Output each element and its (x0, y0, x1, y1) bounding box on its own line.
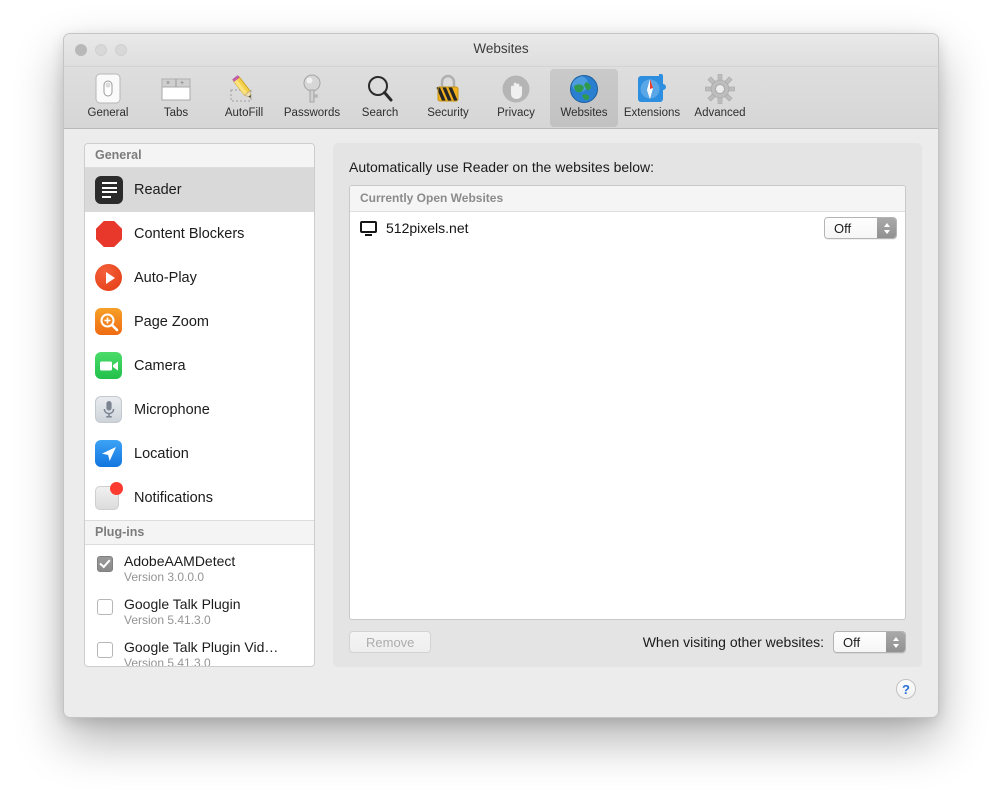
dropdown-value: Off (834, 632, 886, 652)
help-button[interactable]: ? (896, 679, 916, 699)
window-titlebar: Websites (64, 34, 938, 67)
toolbar-item-tabs[interactable]: × + Tabs (142, 69, 210, 127)
websites-list: Currently Open Websites 512pixels.net Of… (349, 185, 906, 620)
sidebar-item-label: Microphone (134, 402, 210, 418)
toolbar-label: Passwords (283, 107, 341, 119)
content-blockers-icon (95, 220, 123, 248)
autofill-icon (228, 72, 260, 105)
toolbar-item-search[interactable]: Search (346, 69, 414, 127)
sidebar-item-content-blockers[interactable]: Content Blockers (85, 212, 314, 256)
plugin-checkbox[interactable] (97, 642, 113, 659)
svg-text:×: × (166, 80, 170, 87)
reader-settings-pane: Automatically use Reader on the websites… (333, 143, 922, 667)
list-item[interactable]: AdobeAAMDetect Version 3.0.0.0 (85, 545, 314, 588)
advanced-icon (705, 72, 735, 105)
extensions-icon (637, 72, 667, 105)
toolbar-label: Advanced (694, 107, 746, 119)
preferences-toolbar: General × + Tabs AutoFill Passwords Sear… (64, 67, 938, 129)
sidebar-item-notifications[interactable]: Notifications (85, 476, 314, 520)
microphone-icon (95, 396, 123, 424)
sidebar-group-plugins: Plug-ins (85, 520, 314, 545)
toolbar-item-websites[interactable]: Websites (550, 69, 618, 127)
other-websites-group: When visiting other websites: Off (643, 631, 906, 653)
list-column-header: Currently Open Websites (350, 186, 905, 212)
sidebar-item-location[interactable]: Location (85, 432, 314, 476)
sidebar-item-label: Camera (134, 358, 186, 374)
sidebar-item-label: Notifications (134, 490, 213, 506)
toolbar-item-security[interactable]: Security (414, 69, 482, 127)
sidebar-item-label: Reader (134, 182, 182, 198)
plugin-version: Version 3.0.0.0 (124, 570, 205, 585)
camera-icon (95, 352, 123, 380)
list-item[interactable]: Google Talk Plugin Version 5.41.3.0 (85, 588, 314, 631)
websites-icon (569, 72, 599, 105)
toolbar-label: AutoFill (224, 107, 264, 119)
table-row[interactable]: 512pixels.net Off (350, 212, 905, 244)
display-icon (360, 220, 377, 236)
window-title: Websites (473, 41, 529, 56)
sidebar-group-general: General (85, 144, 314, 168)
chevron-updown-icon (877, 218, 896, 238)
plugin-name: Google Talk Plugin Vid… (124, 639, 279, 656)
general-icon (95, 72, 121, 105)
toolbar-label: General (87, 107, 129, 119)
location-icon (95, 440, 123, 468)
pane-footer: Remove When visiting other websites: Off (349, 631, 906, 653)
toolbar-item-advanced[interactable]: Advanced (686, 69, 754, 127)
toolbar-label: Security (427, 107, 469, 119)
reader-icon (95, 176, 123, 204)
other-websites-label: When visiting other websites: (642, 634, 824, 650)
toolbar-item-passwords[interactable]: Passwords (278, 69, 346, 127)
toolbar-item-autofill[interactable]: AutoFill (210, 69, 278, 127)
chevron-updown-icon (886, 632, 905, 652)
plugin-checkbox[interactable] (97, 556, 113, 572)
pane-title: Automatically use Reader on the websites… (349, 159, 655, 175)
plugins-list[interactable]: AdobeAAMDetect Version 3.0.0.0 Google Ta… (85, 545, 314, 666)
other-websites-dropdown[interactable]: Off (833, 631, 906, 653)
list-item[interactable]: Google Talk Plugin Vid… Version 5.41.3.0 (85, 631, 314, 666)
toolbar-label: Search (361, 107, 399, 119)
passwords-icon (301, 72, 323, 105)
sidebar-item-microphone[interactable]: Microphone (85, 388, 314, 432)
websites-sidebar: General Reader Content Blockers Auto-Pla… (84, 143, 315, 667)
svg-text:+: + (180, 80, 184, 87)
preferences-content: General Reader Content Blockers Auto-Pla… (64, 129, 938, 717)
sidebar-item-label: Page Zoom (134, 314, 209, 330)
notifications-icon (95, 482, 123, 512)
sidebar-item-page-zoom[interactable]: Page Zoom (85, 300, 314, 344)
sidebar-item-camera[interactable]: Camera (85, 344, 314, 388)
toolbar-item-general[interactable]: General (74, 69, 142, 127)
sidebar-item-label: Location (134, 446, 189, 462)
privacy-icon (501, 72, 531, 105)
plugin-version: Version 5.41.3.0 (124, 656, 211, 666)
toolbar-label: Tabs (163, 107, 189, 119)
dropdown-value: Off (825, 218, 877, 238)
auto-play-icon (95, 264, 123, 292)
toolbar-item-extensions[interactable]: Extensions (618, 69, 686, 127)
security-icon (435, 72, 461, 105)
sidebar-item-auto-play[interactable]: Auto-Play (85, 256, 314, 300)
plugin-checkbox[interactable] (97, 599, 113, 616)
plugin-name: AdobeAAMDetect (124, 553, 236, 569)
site-name: 512pixels.net (386, 220, 469, 236)
toolbar-label: Websites (560, 107, 608, 119)
plugin-version: Version 5.41.3.0 (124, 613, 211, 628)
sidebar-item-label: Auto-Play (134, 270, 197, 286)
sidebar-item-reader[interactable]: Reader (85, 168, 314, 212)
toolbar-item-privacy[interactable]: Privacy (482, 69, 550, 127)
preferences-window: Websites General × + Tabs AutoFill Passw… (63, 33, 939, 718)
page-zoom-icon (95, 308, 123, 336)
site-reader-setting-dropdown[interactable]: Off (824, 217, 897, 239)
remove-button[interactable]: Remove (349, 631, 432, 653)
toolbar-label: Privacy (497, 107, 535, 119)
tabs-icon: × + (161, 72, 191, 105)
plugin-name: Google Talk Plugin (124, 596, 241, 613)
sidebar-item-label: Content Blockers (134, 226, 245, 242)
search-icon (366, 72, 394, 105)
toolbar-label: Extensions (623, 107, 681, 119)
